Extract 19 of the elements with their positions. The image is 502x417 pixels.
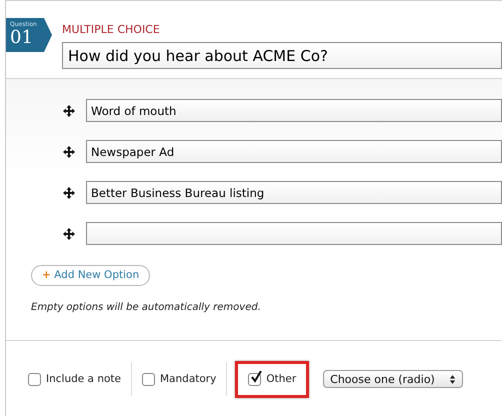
- answer-type-dropdown[interactable]: Choose one (radio): [323, 370, 464, 388]
- move-icon[interactable]: [63, 228, 75, 240]
- option-field[interactable]: Better Business Bureau listing: [86, 181, 502, 204]
- add-option-button[interactable]: + Add New Option: [31, 264, 150, 286]
- move-icon[interactable]: [63, 104, 75, 116]
- move-icon[interactable]: [63, 146, 75, 158]
- checkbox[interactable]: Mandatory: [140, 364, 218, 394]
- option-field[interactable]: Word of mouth: [86, 99, 502, 122]
- option-field[interactable]: Newspaper Ad: [86, 140, 502, 163]
- highlighted-checkbox[interactable]: Other: [235, 360, 310, 398]
- question-type-label: MULTIPLE CHOICE: [62, 23, 161, 36]
- option-field[interactable]: [86, 222, 502, 245]
- question-field[interactable]: How did you hear about ACME Co?: [62, 42, 502, 69]
- up-down-arrows-icon: [449, 374, 456, 384]
- question-number: 01: [10, 28, 34, 48]
- move-icon[interactable]: [63, 186, 75, 198]
- checkbox[interactable]: Include a note: [26, 364, 123, 394]
- checkmark-icon: [250, 370, 262, 382]
- hint-text: Empty options will be automatically removed.: [31, 302, 262, 312]
